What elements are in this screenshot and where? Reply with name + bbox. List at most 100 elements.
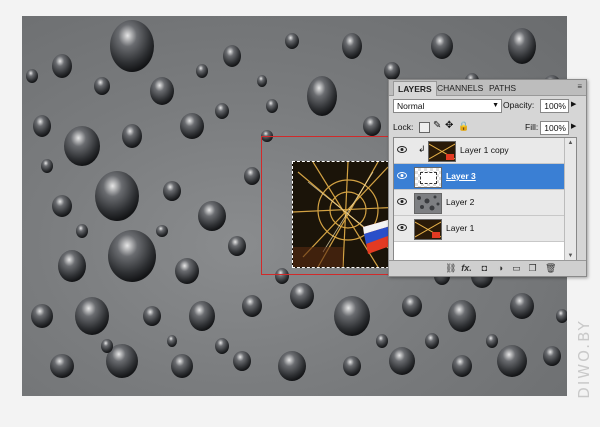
panel-menu-icon[interactable]: ≡ [577,82,582,91]
water-drop [510,293,534,319]
water-drop [543,346,561,366]
scroll-up-icon[interactable]: ▲ [565,138,576,148]
water-drop [26,69,38,83]
layer-row-layer-1-copy[interactable]: ↲ Layer 1 copy [394,138,564,164]
layers-panel: LAYERS CHANNELS PATHS ≡ Normal ▼ Opacity… [388,79,587,277]
water-drop [75,297,109,335]
tab-layers[interactable]: LAYERS [393,81,437,96]
water-drop [307,76,337,116]
water-drop [76,224,88,238]
adjustment-icon[interactable]: ◑ [495,263,506,274]
lock-move-icon[interactable]: ✥ [445,120,453,132]
water-drop [94,77,110,95]
water-drop [242,295,262,317]
water-drop [101,339,113,353]
layer-name: Layer 1 copy [460,145,509,155]
water-drop [215,338,229,354]
water-drop [95,171,139,221]
fill-label: Fill: [525,122,539,132]
panel-footer: ⛓ fx. ◘ ◑ ▭ ❐ 🗑 [389,260,586,276]
water-drop [31,304,53,328]
layer-row-layer-2[interactable]: Layer 2 [394,190,564,216]
opacity-label: Opacity: [503,100,535,110]
new-layer-icon[interactable]: ❐ [527,263,538,274]
water-drop [257,75,267,87]
fx-icon[interactable]: fx. [461,263,472,274]
lock-brush-icon[interactable]: ✎ [433,120,441,132]
chevron-down-icon: ▼ [492,102,499,109]
opacity-arrow-icon[interactable]: ▶ [571,99,576,111]
water-drop [497,345,527,377]
water-drop [175,258,199,284]
water-drop [50,354,74,378]
water-drop [33,115,51,137]
lock-all-icon[interactable]: 🔒 [458,120,469,132]
mask-icon[interactable]: ◘ [479,263,490,274]
trash-icon[interactable]: 🗑 [545,263,556,274]
layer-name: Layer 1 [446,223,475,233]
water-drop [167,335,177,347]
water-drop [266,99,278,113]
water-drop [110,20,154,72]
eye-icon[interactable] [397,197,407,206]
water-drop [290,283,314,309]
layers-list: ↲ Layer 1 copy Layer 3 Layer 2 Layer 1 ▲… [393,137,577,262]
layer-row-layer-3[interactable]: Layer 3 [394,164,564,190]
layer-thumbnail [414,219,442,240]
water-drop [334,296,370,336]
eye-icon[interactable] [397,145,407,154]
fill-field[interactable]: 100% [540,121,569,135]
clipping-mask-icon: ↲ [418,144,426,154]
water-drop [363,116,381,136]
water-drop [228,236,246,256]
water-drop [163,181,181,201]
opacity-field[interactable]: 100% [540,99,569,113]
tab-channels[interactable]: CHANNELS [433,81,487,95]
eye-icon[interactable] [397,223,407,232]
water-drop [233,351,251,371]
water-drop [41,159,53,173]
panel-tabs: LAYERS CHANNELS PATHS ≡ [389,80,586,96]
fill-arrow-icon[interactable]: ▶ [571,121,576,133]
water-drop [508,28,536,64]
layer-name: Layer 2 [446,197,475,207]
tab-paths[interactable]: PATHS [485,81,520,95]
layer-thumbnail [428,141,456,162]
water-drop [108,230,156,282]
layer-thumbnail [414,167,442,188]
water-drop [156,225,168,237]
water-drop [58,250,86,282]
water-drop [343,356,361,376]
water-drop [342,33,362,59]
water-drop [198,201,226,231]
blend-mode-value: Normal [397,101,425,111]
watermark-text: DIWO.BY [575,319,593,399]
water-drop [180,113,204,139]
water-drop [196,64,208,78]
water-drop [402,295,422,317]
water-drop [150,77,174,105]
layer-row-layer-1[interactable]: Layer 1 [394,216,564,242]
eye-icon[interactable] [397,171,407,180]
water-drop [52,54,72,78]
water-drop [556,309,567,323]
water-drop [171,354,193,378]
water-drop [448,300,476,332]
water-drop [376,334,388,348]
water-drop [384,62,400,80]
link-icon[interactable]: ⛓ [445,263,456,274]
water-drop [486,334,498,348]
layers-scrollbar[interactable]: ▲ ▼ [564,138,576,261]
watermark: DIWO.BY [574,299,594,419]
water-drop [143,306,161,326]
water-drop [64,126,100,166]
group-icon[interactable]: ▭ [511,263,522,274]
water-drop [122,124,142,148]
lock-transparent-icon[interactable] [419,122,430,133]
water-drop [389,347,415,375]
blend-mode-select[interactable]: Normal ▼ [393,99,502,113]
water-drop [189,301,215,331]
water-drop [244,167,260,185]
water-drop [52,195,72,217]
layer-name: Layer 3 [446,171,476,181]
